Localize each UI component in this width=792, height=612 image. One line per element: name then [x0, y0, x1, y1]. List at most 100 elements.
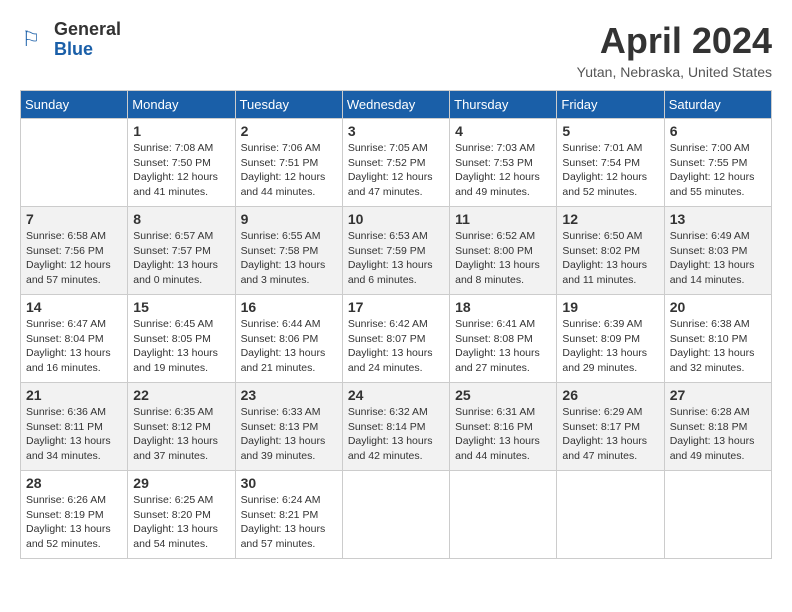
- calendar-cell: [450, 471, 557, 559]
- calendar-cell: 5 Sunrise: 7:01 AMSunset: 7:54 PMDaylight…: [557, 119, 664, 207]
- calendar-cell: 24 Sunrise: 6:32 AMSunset: 8:14 PMDayligh…: [342, 383, 449, 471]
- calendar-cell: 28 Sunrise: 6:26 AMSunset: 8:19 PMDayligh…: [21, 471, 128, 559]
- calendar-cell: 4 Sunrise: 7:03 AMSunset: 7:53 PMDaylight…: [450, 119, 557, 207]
- weekday-header: Thursday: [450, 91, 557, 119]
- weekday-header: Wednesday: [342, 91, 449, 119]
- calendar-cell: [557, 471, 664, 559]
- day-info: Sunrise: 6:47 AMSunset: 8:04 PMDaylight:…: [26, 317, 122, 376]
- calendar-cell: 27 Sunrise: 6:28 AMSunset: 8:18 PMDayligh…: [664, 383, 771, 471]
- day-info: Sunrise: 6:41 AMSunset: 8:08 PMDaylight:…: [455, 317, 551, 376]
- calendar-cell: 14 Sunrise: 6:47 AMSunset: 8:04 PMDayligh…: [21, 295, 128, 383]
- logo-icon: ⚐: [20, 25, 50, 55]
- calendar-week-row: 14 Sunrise: 6:47 AMSunset: 8:04 PMDayligh…: [21, 295, 772, 383]
- day-info: Sunrise: 7:05 AMSunset: 7:52 PMDaylight:…: [348, 141, 444, 200]
- calendar-cell: [21, 119, 128, 207]
- calendar-cell: 23Sunrise: 6:33 AMSunset: 8:13 PMDayligh…: [235, 383, 342, 471]
- day-number: 14: [26, 299, 122, 315]
- day-number: 21: [26, 387, 122, 403]
- calendar-cell: 6 Sunrise: 7:00 AMSunset: 7:55 PMDaylight…: [664, 119, 771, 207]
- calendar-cell: 29 Sunrise: 6:25 AMSunset: 8:20 PMDayligh…: [128, 471, 235, 559]
- calendar-header-row: SundayMondayTuesdayWednesdayThursdayFrid…: [21, 91, 772, 119]
- calendar-cell: 20Sunrise: 6:38 AMSunset: 8:10 PMDayligh…: [664, 295, 771, 383]
- day-info: Sunrise: 6:53 AMSunset: 7:59 PMDaylight:…: [348, 229, 444, 288]
- weekday-header: Sunday: [21, 91, 128, 119]
- day-number: 15: [133, 299, 229, 315]
- day-number: 5: [562, 123, 658, 139]
- location-subtitle: Yutan, Nebraska, United States: [577, 64, 772, 80]
- day-info: Sunrise: 6:31 AMSunset: 8:16 PMDaylight:…: [455, 405, 551, 464]
- day-number: 25: [455, 387, 551, 403]
- weekday-header: Tuesday: [235, 91, 342, 119]
- day-info: Sunrise: 6:50 AMSunset: 8:02 PMDaylight:…: [562, 229, 658, 288]
- day-info: Sunrise: 6:42 AMSunset: 8:07 PMDaylight:…: [348, 317, 444, 376]
- day-info: Sunrise: 6:26 AMSunset: 8:19 PMDaylight:…: [26, 493, 122, 552]
- calendar-cell: [342, 471, 449, 559]
- day-number: 1: [133, 123, 229, 139]
- calendar-cell: 2 Sunrise: 7:06 AMSunset: 7:51 PMDaylight…: [235, 119, 342, 207]
- day-info: Sunrise: 6:36 AMSunset: 8:11 PMDaylight:…: [26, 405, 122, 464]
- day-info: Sunrise: 6:44 AMSunset: 8:06 PMDaylight:…: [241, 317, 337, 376]
- logo-text: General Blue: [54, 20, 121, 60]
- day-info: Sunrise: 6:39 AMSunset: 8:09 PMDaylight:…: [562, 317, 658, 376]
- day-number: 30: [241, 475, 337, 491]
- day-info: Sunrise: 6:52 AMSunset: 8:00 PMDaylight:…: [455, 229, 551, 288]
- day-info: Sunrise: 7:03 AMSunset: 7:53 PMDaylight:…: [455, 141, 551, 200]
- day-info: Sunrise: 6:25 AMSunset: 8:20 PMDaylight:…: [133, 493, 229, 552]
- day-info: Sunrise: 6:29 AMSunset: 8:17 PMDaylight:…: [562, 405, 658, 464]
- day-number: 26: [562, 387, 658, 403]
- calendar-cell: 11Sunrise: 6:52 AMSunset: 8:00 PMDayligh…: [450, 207, 557, 295]
- day-info: Sunrise: 6:24 AMSunset: 8:21 PMDaylight:…: [241, 493, 337, 552]
- calendar-cell: 8 Sunrise: 6:57 AMSunset: 7:57 PMDaylight…: [128, 207, 235, 295]
- day-info: Sunrise: 7:00 AMSunset: 7:55 PMDaylight:…: [670, 141, 766, 200]
- logo-general: General: [54, 20, 121, 40]
- calendar-week-row: 7 Sunrise: 6:58 AMSunset: 7:56 PMDaylight…: [21, 207, 772, 295]
- calendar-cell: 9Sunrise: 6:55 AMSunset: 7:58 PMDaylight…: [235, 207, 342, 295]
- day-number: 17: [348, 299, 444, 315]
- day-info: Sunrise: 6:45 AMSunset: 8:05 PMDaylight:…: [133, 317, 229, 376]
- day-number: 28: [26, 475, 122, 491]
- day-number: 4: [455, 123, 551, 139]
- calendar-cell: 26 Sunrise: 6:29 AMSunset: 8:17 PMDayligh…: [557, 383, 664, 471]
- day-number: 6: [670, 123, 766, 139]
- day-number: 19: [562, 299, 658, 315]
- calendar-cell: 18 Sunrise: 6:41 AMSunset: 8:08 PMDayligh…: [450, 295, 557, 383]
- day-info: Sunrise: 6:57 AMSunset: 7:57 PMDaylight:…: [133, 229, 229, 288]
- calendar-cell: 19 Sunrise: 6:39 AMSunset: 8:09 PMDayligh…: [557, 295, 664, 383]
- page-header: ⚐ General Blue April 2024 Yutan, Nebrask…: [20, 20, 772, 80]
- day-number: 29: [133, 475, 229, 491]
- day-number: 18: [455, 299, 551, 315]
- day-info: Sunrise: 7:01 AMSunset: 7:54 PMDaylight:…: [562, 141, 658, 200]
- day-number: 7: [26, 211, 122, 227]
- calendar-cell: 15 Sunrise: 6:45 AMSunset: 8:05 PMDayligh…: [128, 295, 235, 383]
- calendar-cell: 10 Sunrise: 6:53 AMSunset: 7:59 PMDayligh…: [342, 207, 449, 295]
- day-info: Sunrise: 6:32 AMSunset: 8:14 PMDaylight:…: [348, 405, 444, 464]
- day-number: 24: [348, 387, 444, 403]
- day-info: Sunrise: 6:35 AMSunset: 8:12 PMDaylight:…: [133, 405, 229, 464]
- calendar-cell: 30 Sunrise: 6:24 AMSunset: 8:21 PMDayligh…: [235, 471, 342, 559]
- day-number: 9: [241, 211, 337, 227]
- day-info: Sunrise: 6:33 AMSunset: 8:13 PMDaylight:…: [241, 405, 337, 464]
- day-number: 10: [348, 211, 444, 227]
- day-info: Sunrise: 6:58 AMSunset: 7:56 PMDaylight:…: [26, 229, 122, 288]
- day-info: Sunrise: 7:06 AMSunset: 7:51 PMDaylight:…: [241, 141, 337, 200]
- month-year-title: April 2024: [577, 20, 772, 62]
- svg-text:⚐: ⚐: [22, 28, 41, 51]
- day-number: 27: [670, 387, 766, 403]
- calendar-week-row: 28 Sunrise: 6:26 AMSunset: 8:19 PMDayligh…: [21, 471, 772, 559]
- day-number: 2: [241, 123, 337, 139]
- day-number: 22: [133, 387, 229, 403]
- day-number: 20: [670, 299, 766, 315]
- calendar-cell: 1Sunrise: 7:08 AMSunset: 7:50 PMDaylight…: [128, 119, 235, 207]
- day-number: 12: [562, 211, 658, 227]
- weekday-header: Saturday: [664, 91, 771, 119]
- calendar-table: SundayMondayTuesdayWednesdayThursdayFrid…: [20, 90, 772, 559]
- calendar-cell: 22 Sunrise: 6:35 AMSunset: 8:12 PMDayligh…: [128, 383, 235, 471]
- calendar-cell: 12 Sunrise: 6:50 AMSunset: 8:02 PMDayligh…: [557, 207, 664, 295]
- day-number: 13: [670, 211, 766, 227]
- logo: ⚐ General Blue: [20, 20, 121, 60]
- calendar-week-row: 21 Sunrise: 6:36 AMSunset: 8:11 PMDayligh…: [21, 383, 772, 471]
- day-number: 8: [133, 211, 229, 227]
- day-info: Sunrise: 6:28 AMSunset: 8:18 PMDaylight:…: [670, 405, 766, 464]
- weekday-header: Monday: [128, 91, 235, 119]
- calendar-cell: 7 Sunrise: 6:58 AMSunset: 7:56 PMDaylight…: [21, 207, 128, 295]
